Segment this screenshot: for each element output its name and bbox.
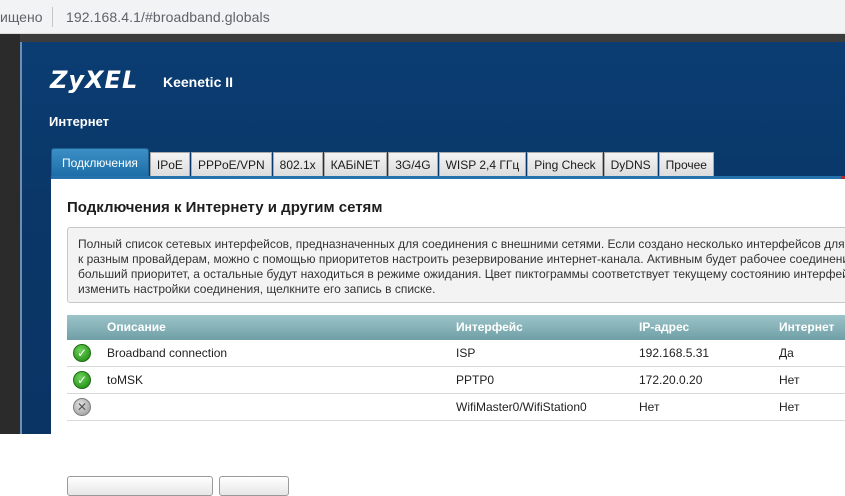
zyxel-logo: ZyXEL	[50, 66, 139, 94]
content-panel: Подключения к Интернету и другим сетям П…	[51, 176, 845, 496]
tab-3g4g[interactable]: 3G/4G	[388, 152, 438, 176]
tab-pppoe-vpn[interactable]: PPPoE/VPN	[190, 152, 272, 176]
secondary-button[interactable]	[219, 476, 289, 496]
table-header: Описание Интерфейс IP-адрес Интернет	[67, 315, 845, 340]
tab-dydns[interactable]: DyDNS	[603, 152, 658, 176]
page-title: Подключения к Интернету и другим сетям	[67, 199, 383, 216]
tab-ipoe[interactable]: IPoE	[149, 152, 190, 176]
row-internet: Да	[779, 346, 794, 360]
row-ip: Нет	[639, 400, 660, 414]
security-indicator[interactable]: ищено	[0, 9, 43, 25]
tab-connections[interactable]: Подключения	[51, 148, 149, 176]
row-ip: 172.20.0.20	[639, 373, 703, 387]
x-circle-icon: ✕	[73, 398, 91, 416]
panel-accent-stripe	[841, 176, 845, 179]
row-interface: WifiMaster0/WifiStation0	[456, 400, 587, 414]
row-interface: ISP	[456, 346, 476, 360]
device-model: Keenetic II	[163, 74, 234, 90]
header-internet: Интернет	[779, 320, 835, 334]
tab-kabinet[interactable]: КАБiNET	[323, 152, 388, 176]
tab-8021x[interactable]: 802.1x	[272, 152, 323, 176]
row-description: Broadband connection	[107, 346, 228, 360]
info-line: изменить настройки соединения, щелкните …	[78, 282, 436, 296]
table-row[interactable]: ✓ toMSK PPTP0 172.20.0.20 Нет	[67, 367, 845, 394]
info-box: Полный список сетевых интерфейсов, предн…	[67, 227, 845, 303]
connections-table: Описание Интерфейс IP-адрес Интернет ✓ B…	[67, 315, 845, 421]
row-internet: Нет	[779, 400, 800, 414]
info-line: Полный список сетевых интерфейсов, предн…	[78, 237, 845, 251]
address-url[interactable]: 192.168.4.1/#broadband.globals	[66, 9, 270, 25]
row-ip: 192.168.5.31	[639, 346, 710, 360]
row-description: toMSK	[107, 373, 144, 387]
table-row[interactable]: ✓ Broadband connection ISP 192.168.5.31 …	[67, 340, 845, 367]
check-circle-icon: ✓	[73, 344, 91, 362]
add-connection-button[interactable]	[67, 476, 213, 496]
page-frame-left	[0, 34, 20, 434]
info-line: к разным провайдерам, можно с помощью пр…	[78, 252, 845, 266]
row-interface: PPTP0	[456, 373, 495, 387]
tab-ping-check[interactable]: Ping Check	[527, 152, 603, 176]
header-interface: Интерфейс	[456, 320, 523, 334]
tab-wisp[interactable]: WISP 2,4 ГГц	[438, 152, 527, 176]
check-circle-icon: ✓	[73, 371, 91, 389]
info-line: больший приоритет, а остальные будут нах…	[78, 267, 845, 281]
router-web-ui: ZyXEL Keenetic II Интернет Подключения I…	[20, 42, 845, 496]
header-description: Описание	[107, 320, 166, 334]
tab-bar: Подключения IPoE PPPoE/VPN 802.1x КАБiNE…	[51, 148, 715, 176]
row-internet: Нет	[779, 373, 800, 387]
header-ip: IP-адрес	[639, 320, 690, 334]
table-row[interactable]: ✕ WifiMaster0/WifiStation0 Нет Нет	[67, 394, 845, 421]
tab-other[interactable]: Прочее	[658, 152, 714, 176]
section-title: Интернет	[49, 114, 110, 129]
address-separator	[52, 7, 53, 27]
browser-address-bar[interactable]: ищено 192.168.4.1/#broadband.globals	[0, 0, 845, 34]
